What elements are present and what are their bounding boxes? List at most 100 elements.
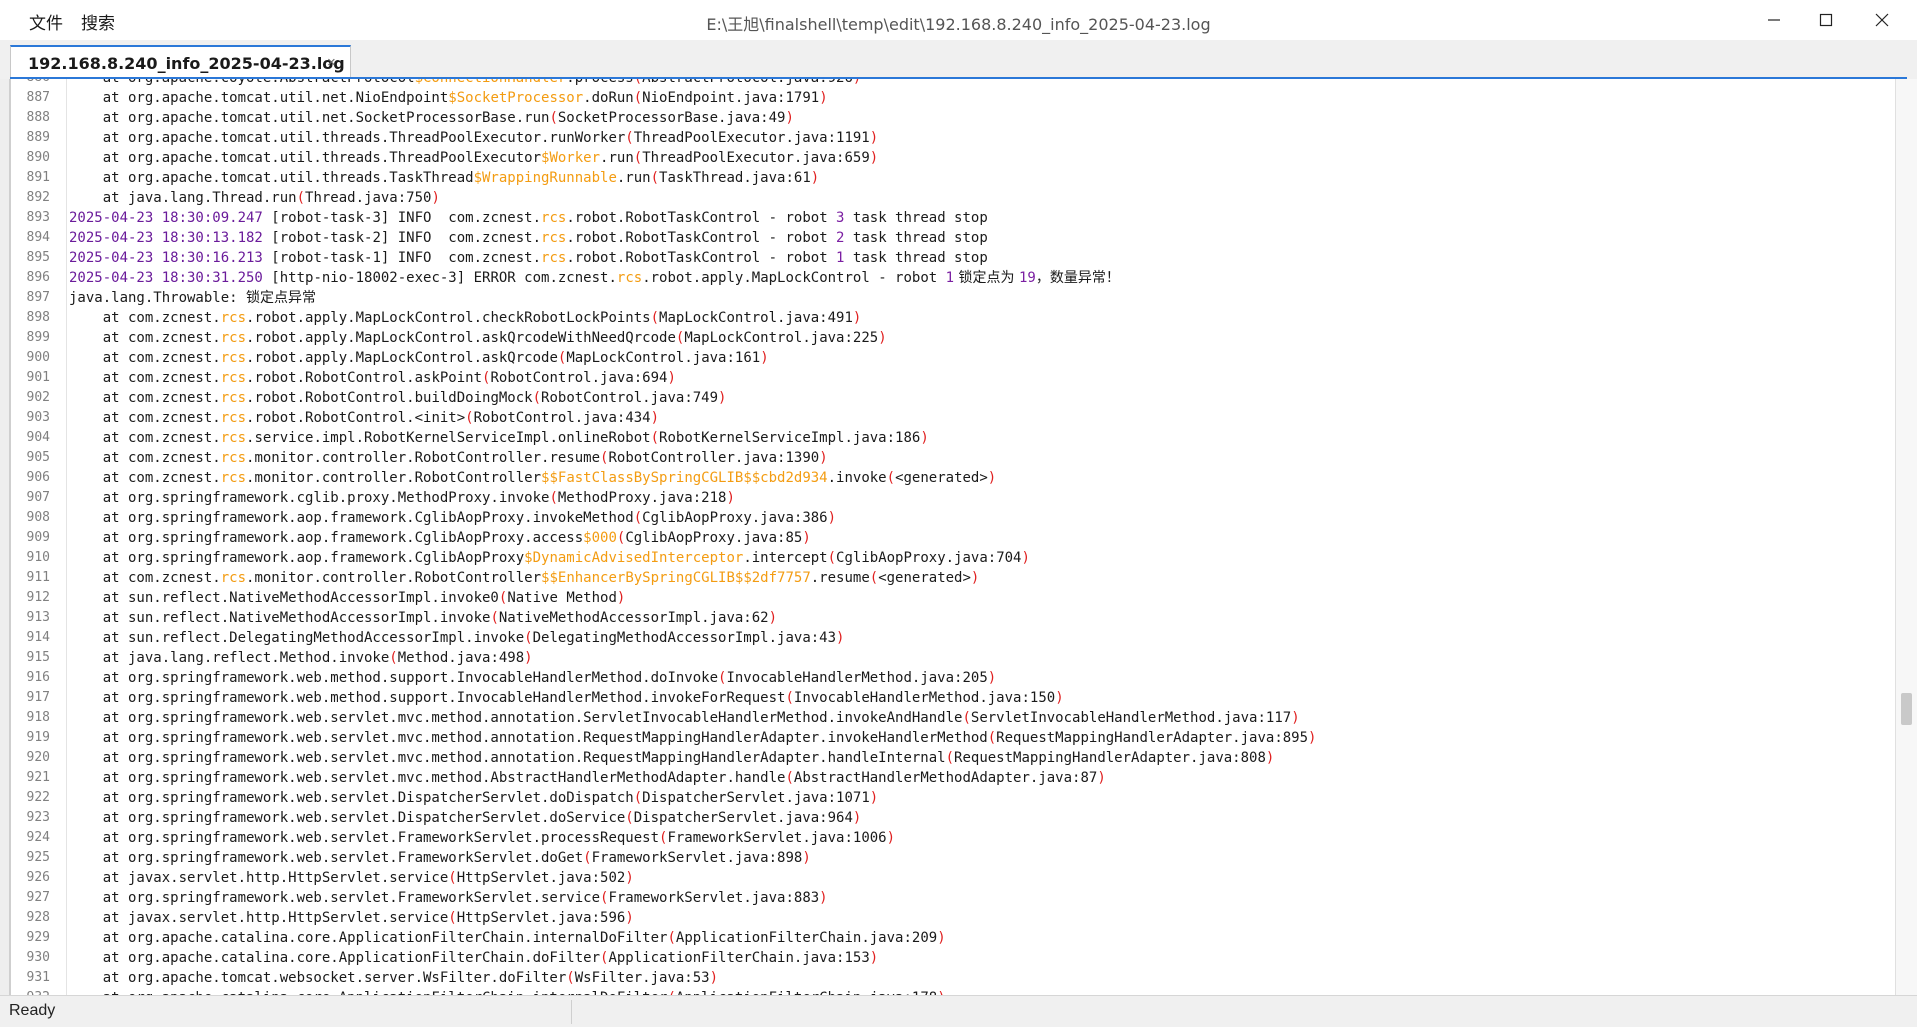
line-text: at com.zcnest.rcs.robot.apply.MapLockCon…	[69, 308, 862, 328]
token: at com.zcnest.	[69, 570, 221, 586]
text-editor[interactable]: 886 at org.apache.coyote.AbstractProtoco…	[10, 79, 1895, 995]
token: at org.springframework.web.servlet.mvc.m…	[69, 770, 786, 786]
scrollbar-thumb[interactable]	[1901, 693, 1912, 725]
token: [http-nio-18002-exec-3] ERROR com.zcnest…	[262, 270, 617, 286]
token: (	[625, 130, 634, 146]
token: )	[853, 79, 861, 86]
token: (	[869, 570, 879, 586]
status-text: Ready	[9, 1002, 56, 1019]
token: 锁定点为	[954, 270, 1019, 286]
line-number: 931	[26, 970, 50, 985]
token: .robot.RobotTaskControl - robot	[566, 250, 837, 266]
token: at org.springframework.web.servlet.Frame…	[69, 890, 601, 906]
token: (	[448, 870, 457, 886]
token: at sun.reflect.NativeMethodAccessorImpl.…	[69, 590, 499, 606]
line-number: 904	[26, 430, 50, 445]
log-line: 906 at com.zcnest.rcs.monitor.controller…	[11, 468, 1895, 488]
token: at com.zcnest.	[69, 390, 221, 406]
minimize-button[interactable]	[1746, 0, 1802, 40]
log-line: 922 at org.springframework.web.servlet.D…	[11, 788, 1895, 808]
token: RobotController.java:1390	[608, 450, 820, 466]
token: NioEndpoint.java:1791	[642, 90, 820, 106]
token: at org.springframework.web.servlet.Dispa…	[69, 810, 626, 826]
tab-log-file[interactable]: 192.168.8.240_info_2025-04-23.log ×	[10, 45, 351, 80]
token: $SocketProcessor	[448, 90, 584, 106]
token: rcs	[220, 370, 247, 386]
line-text: at org.springframework.web.servlet.mvc.m…	[69, 748, 1275, 768]
log-line: 909 at org.springframework.aop.framework…	[11, 528, 1895, 548]
token: )	[970, 570, 980, 586]
line-number: 890	[26, 150, 50, 165]
line-number: 913	[26, 610, 50, 625]
maximize-button[interactable]	[1798, 0, 1854, 40]
token: $000	[583, 530, 617, 546]
log-line: 902 at com.zcnest.rcs.robot.RobotControl…	[11, 388, 1895, 408]
line-text: at org.springframework.web.servlet.mvc.m…	[69, 768, 1106, 788]
line-text: at org.springframework.web.servlet.Dispa…	[69, 808, 862, 828]
token: )	[625, 910, 634, 926]
token: 2025-04-23 18:30:31.250	[69, 270, 263, 286]
line-number: 893	[26, 210, 50, 225]
log-line: 903 at com.zcnest.rcs.robot.RobotControl…	[11, 408, 1895, 428]
line-text: at sun.reflect.DelegatingMethodAccessorI…	[69, 628, 845, 648]
vertical-scrollbar[interactable]	[1895, 79, 1917, 995]
token: at com.zcnest.	[69, 430, 221, 446]
token: rcs	[220, 350, 247, 366]
line-text: at java.lang.reflect.Method.invoke(Metho…	[69, 648, 533, 668]
token: ThreadPoolExecutor.java:1191	[633, 130, 870, 146]
token: .robot.RobotTaskControl - robot	[566, 230, 837, 246]
line-number: 915	[26, 650, 50, 665]
token: at org.apache.tomcat.util.threads.TaskTh…	[69, 170, 474, 186]
log-line: 912 at sun.reflect.NativeMethodAccessorI…	[11, 588, 1895, 608]
line-number: 919	[26, 730, 50, 745]
close-window-button[interactable]	[1854, 0, 1910, 40]
log-line: 904 at com.zcnest.rcs.service.impl.Robot…	[11, 428, 1895, 448]
token: rcs	[541, 230, 567, 246]
token: RobotControl.java:434	[473, 410, 651, 426]
line-text: at java.lang.Thread.run(Thread.java:750)	[69, 188, 440, 208]
token: )	[1097, 770, 1106, 786]
log-line: 907 at org.springframework.cglib.proxy.M…	[11, 488, 1895, 508]
line-number: 892	[26, 190, 50, 205]
log-line: 892 at java.lang.Thread.run(Thread.java:…	[11, 188, 1895, 208]
log-line: 897 java.lang.Throwable: 锁定点异常	[11, 288, 1895, 308]
line-text: 2025-04-23 18:30:13.182 [robot-task-2] I…	[69, 228, 988, 248]
line-number: 894	[26, 230, 50, 245]
token: (	[633, 150, 643, 166]
token: at org.apache.catalina.core.ApplicationF…	[69, 930, 668, 946]
tab-close-icon[interactable]: ×	[327, 54, 336, 71]
token: )	[869, 790, 879, 806]
token: WsFilter.java:53	[574, 970, 710, 986]
line-number: 922	[26, 790, 50, 805]
token: at javax.servlet.http.HttpServlet.servic…	[69, 910, 449, 926]
token: at org.apache.tomcat.util.threads.Thread…	[69, 130, 626, 146]
token: at org.springframework.web.method.suppor…	[69, 670, 719, 686]
token: InvocableHandlerMethod.java:150	[793, 690, 1056, 706]
line-text: at org.springframework.aop.framework.Cgl…	[69, 548, 1030, 568]
token: )	[760, 350, 769, 366]
log-line: 905 at com.zcnest.rcs.monitor.controller…	[11, 448, 1895, 468]
token: MapLockControl.java:161	[566, 350, 761, 366]
token: )	[1265, 750, 1275, 766]
token: CglibAopProxy.java:386	[642, 510, 828, 526]
token: )	[1055, 690, 1064, 706]
line-text: at com.zcnest.rcs.robot.RobotControl.bui…	[69, 388, 727, 408]
token: (	[633, 90, 643, 106]
token: HttpServlet.java:502	[456, 870, 626, 886]
log-line: 923 at org.springframework.web.servlet.D…	[11, 808, 1895, 828]
token: HttpServlet.java:596	[456, 910, 626, 926]
token: (	[785, 690, 794, 706]
token: )	[827, 510, 837, 526]
token: [robot-task-1] INFO com.zcnest.	[262, 250, 542, 266]
token: .monitor.controller.RobotController.resu…	[246, 450, 601, 466]
token: )	[709, 970, 719, 986]
token: (	[945, 750, 955, 766]
token: (	[962, 710, 971, 726]
token: at org.springframework.web.servlet.Frame…	[69, 850, 584, 866]
token: (	[389, 650, 398, 666]
token: (	[650, 170, 660, 186]
token: [robot-task-2] INFO com.zcnest.	[262, 230, 542, 246]
token: rcs	[541, 210, 567, 226]
token: )	[987, 670, 997, 686]
token: TaskThread.java:61	[659, 170, 811, 186]
